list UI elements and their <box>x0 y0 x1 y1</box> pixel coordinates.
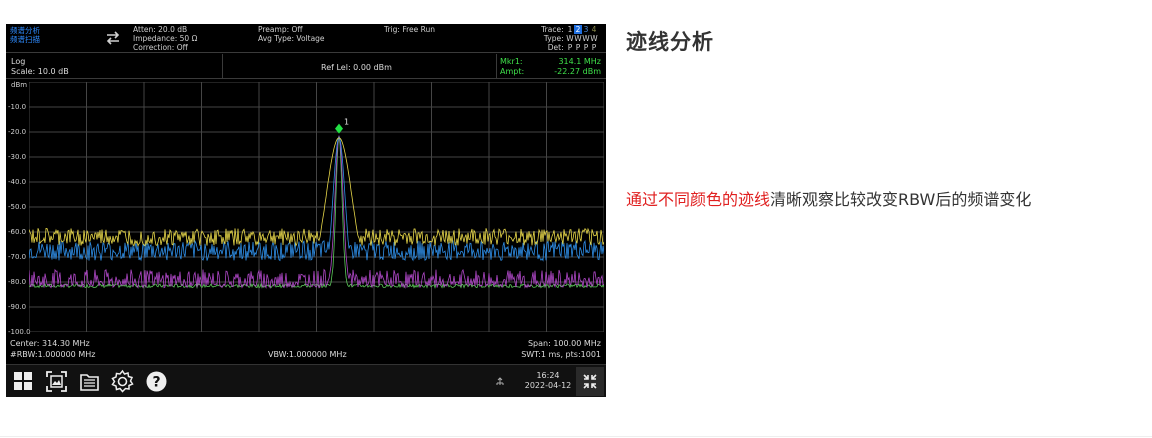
mode-label: 频谱分析 <box>10 26 40 35</box>
swap-icon[interactable] <box>104 29 122 47</box>
y-axis-label: -40.0 <box>8 178 27 186</box>
correction-text: Correction: Off <box>133 43 188 52</box>
divider <box>496 54 497 79</box>
section-heading: 迹线分析 <box>626 30 714 54</box>
marker-number: 1 <box>344 118 349 127</box>
y-axis-label: -80.0 <box>8 278 27 286</box>
det-row: Det: PPPP <box>547 43 597 52</box>
trace-row: Trace: 1234 <box>541 25 597 34</box>
grid-icon[interactable] <box>11 369 36 394</box>
taskbar: ? 16:24 2022-04-12 <box>6 364 606 397</box>
y-axis-label: -30.0 <box>8 153 27 161</box>
marker-readout: 314.1 MHz -22.27 dBm <box>554 57 601 76</box>
atten-group: Atten: 20.0 dB Impedance: 50 Ω Correctio… <box>133 25 197 52</box>
marker-1: 1 <box>335 118 349 134</box>
trig-text: Trig: Free Run <box>384 25 435 34</box>
marker-labels: Mkr1: Ampt: <box>500 57 525 76</box>
help-icon[interactable]: ? <box>144 369 169 394</box>
screenshot-icon[interactable] <box>44 369 69 394</box>
spectrum-plot[interactable]: 1 <box>29 82 604 332</box>
y-axis-label: -100.0 <box>8 328 31 336</box>
atten-text: Atten: 20.0 dB <box>133 25 188 34</box>
impedance-text: Impedance: 50 Ω <box>133 34 198 43</box>
scale-group[interactable]: Log Scale: 10.0 dB <box>11 57 69 76</box>
vbw-value[interactable]: VBW:1.000000 MHz <box>268 350 347 361</box>
clock: 16:24 2022-04-12 <box>524 371 572 391</box>
y-unit-label: dBm <box>11 81 28 89</box>
center-rbw-group[interactable]: Center: 314.30 MHz #RBW:1.000000 MHz <box>10 339 95 360</box>
y-axis-label: -20.0 <box>8 128 27 136</box>
marker-amplitude: -22.27 dBm <box>554 66 601 76</box>
y-axis-label: -60.0 <box>8 228 27 236</box>
center-frequency: Center: 314.30 MHz <box>10 339 90 348</box>
span-value: Span: 100.00 MHz <box>527 339 601 348</box>
highlight-text: 通过不同颜色的迹线 <box>626 190 771 209</box>
y-axis-label: -10.0 <box>8 103 27 111</box>
clock-date: 2022-04-12 <box>524 381 572 390</box>
usb-icon <box>496 377 504 385</box>
preamp-group: Preamp: Off Avg Type: Voltage <box>258 25 325 43</box>
submode-label: 频谱扫描 <box>10 35 40 44</box>
marker-frequency: 314.1 MHz <box>558 57 601 66</box>
file-icon[interactable] <box>77 369 102 394</box>
log-label: Log <box>11 57 26 66</box>
swt-value: SWT:1 ms, pts:1001 <box>521 349 601 359</box>
y-axis-label: -50.0 <box>8 203 27 211</box>
mode-indicator[interactable]: 频谱分析 频谱扫描 <box>10 26 40 44</box>
preamp-text: Preamp: Off <box>258 25 303 34</box>
status-header: 频谱分析 频谱扫描 Atten: 20.0 dB Impedance: 50 Ω… <box>6 24 606 53</box>
divider <box>222 54 223 79</box>
type-row: Type: WWWW <box>543 34 598 43</box>
section-description: 通过不同颜色的迹线清晰观察比较改变RBW后的频谱变化 <box>626 186 1031 210</box>
avg-type-text: Avg Type: Voltage <box>258 34 325 43</box>
plot-grid <box>29 82 604 332</box>
span-swt-group[interactable]: Span: 100.00 MHz SWT:1 ms, pts:1001 <box>521 339 601 360</box>
y-axis-label: -90.0 <box>8 303 27 311</box>
spectrum-analyzer-screen: 频谱分析 频谱扫描 Atten: 20.0 dB Impedance: 50 Ω… <box>6 24 606 397</box>
scale-label: Scale: 10.0 dB <box>11 66 69 76</box>
measurement-info-bar: Log Scale: 10.0 dB Ref Lel: 0.00 dBm Mkr… <box>6 54 606 79</box>
trace-table[interactable]: Trace: 1234 Type: WWWW Det: PPPP <box>541 25 598 52</box>
sweep-info-bar: Center: 314.30 MHz #RBW:1.000000 MHz VBW… <box>6 338 606 362</box>
divider <box>0 436 1152 437</box>
description-text: 清晰观察比较改变RBW后的频谱变化 <box>770 190 1032 209</box>
svg-text:?: ? <box>152 375 160 391</box>
settings-icon[interactable] <box>110 369 135 394</box>
y-axis-label: -70.0 <box>8 253 27 261</box>
collapse-icon[interactable] <box>576 367 604 396</box>
ref-level-label[interactable]: Ref Lel: 0.00 dBm <box>321 63 392 73</box>
rbw-value: #RBW:1.000000 MHz <box>10 349 96 359</box>
clock-time: 16:24 <box>536 371 560 380</box>
